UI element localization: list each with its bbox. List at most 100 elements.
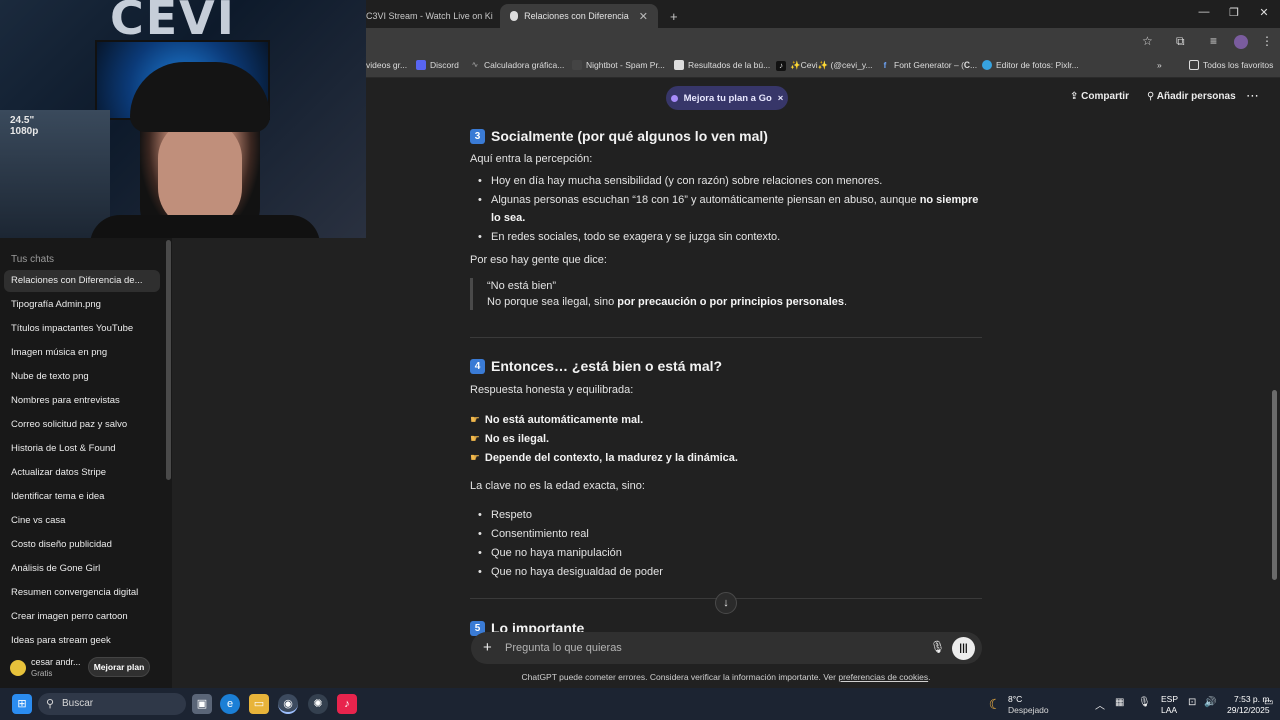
chat-item[interactable]: Cine vs casa bbox=[4, 510, 160, 532]
webcam-logo: CEVI bbox=[110, 0, 236, 45]
pointing-hand-icon: ☛ bbox=[470, 452, 480, 464]
chat-item[interactable]: Análisis de Gone Girl bbox=[4, 558, 160, 580]
document-icon bbox=[674, 60, 684, 70]
chat-item[interactable]: Identificar tema e idea bbox=[4, 486, 160, 508]
sidebar-scrollbar[interactable] bbox=[166, 240, 171, 480]
bookmark-item[interactable]: ♪ ✨Cevi✨ (@cevi_y... bbox=[776, 60, 873, 71]
bookmark-item[interactable]: Resultados de la bú... bbox=[674, 60, 770, 70]
blockquote: “No está bien” No porque sea ilegal, sin… bbox=[470, 278, 970, 310]
section-heading: 4 Entonces… ¿está bien o está mal? bbox=[470, 358, 722, 374]
file-explorer-icon[interactable]: ▭ bbox=[249, 694, 269, 714]
bookmark-item[interactable]: Discord bbox=[416, 60, 459, 70]
profile-avatar-icon[interactable] bbox=[1234, 35, 1248, 49]
list-item: Consentimiento real bbox=[478, 525, 981, 543]
badge-line: 1080p bbox=[10, 126, 39, 137]
list-item: Que no haya manipulación bbox=[478, 544, 981, 562]
keyboard-layout-indicator[interactable]: LAA bbox=[1161, 705, 1177, 715]
volume-icon[interactable]: 🔊 bbox=[1204, 697, 1216, 708]
bookmark-label: Calculadora gráfica... bbox=[484, 60, 565, 70]
tray-app-icon[interactable]: ▦ bbox=[1115, 697, 1124, 708]
upgrade-plan-pill[interactable]: Mejora tu plan a Go × bbox=[666, 86, 788, 110]
browser-menu-icon[interactable]: ⋮ bbox=[1261, 34, 1273, 48]
chatgpt-app-icon[interactable]: ✺ bbox=[308, 694, 328, 714]
edge-icon[interactable]: e bbox=[220, 694, 240, 714]
new-tab-button[interactable]: + bbox=[660, 4, 684, 28]
main-scrollbar[interactable] bbox=[1272, 390, 1277, 580]
quote-line: No porque sea ilegal, sino por precaució… bbox=[487, 294, 970, 310]
chat-item[interactable]: Correo solicitud paz y salvo bbox=[4, 414, 160, 436]
microphone-icon[interactable]: 🎙 bbox=[930, 640, 945, 654]
star-bookmark-icon[interactable]: ☆ bbox=[1142, 34, 1153, 48]
add-people-label: Añadir personas bbox=[1156, 91, 1236, 102]
font-generator-icon: f bbox=[883, 60, 887, 70]
bookmark-item[interactable]: Nightbot - Spam Pr... bbox=[572, 60, 665, 70]
language-indicator[interactable]: ESP bbox=[1161, 694, 1178, 704]
prompt-input[interactable] bbox=[505, 636, 905, 660]
chat-item[interactable]: Imagen música en png bbox=[4, 342, 160, 364]
bookmarks-overflow-icon[interactable]: » bbox=[1157, 60, 1162, 70]
chat-item[interactable]: Ideas para stream geek bbox=[4, 630, 160, 652]
chat-item[interactable]: Nube de texto png bbox=[4, 366, 160, 388]
extensions-icon[interactable]: ⧉ bbox=[1176, 34, 1185, 49]
minimize-icon[interactable]: — bbox=[1189, 6, 1219, 18]
add-people-button[interactable]: ⚲ Añadir personas bbox=[1147, 91, 1236, 102]
upgrade-plan-button[interactable]: Mejorar plan bbox=[88, 657, 150, 677]
more-options-icon[interactable]: ⋯ bbox=[1246, 88, 1259, 104]
tab-label: Relaciones con Diferencia de Ed bbox=[524, 11, 631, 21]
voice-mode-icon[interactable]: ||| bbox=[952, 637, 975, 660]
nightbot-icon bbox=[572, 60, 582, 70]
tab-close-icon[interactable]: ✕ bbox=[639, 10, 648, 23]
person-add-icon: ⚲ bbox=[1147, 91, 1157, 102]
close-window-icon[interactable]: ✕ bbox=[1249, 6, 1279, 19]
chevron-up-icon[interactable]: ︿ bbox=[1095, 697, 1105, 712]
share-button[interactable]: ⇪ Compartir bbox=[1070, 91, 1129, 102]
point-text: No está automáticamente mal. bbox=[484, 414, 644, 426]
media-control-icon[interactable]: ≡ bbox=[1210, 34, 1217, 48]
bookmark-item[interactable]: ∿ Calculadora gráfica... bbox=[470, 60, 565, 70]
bookmark-item[interactable]: videos gr... bbox=[366, 60, 407, 70]
pixlr-icon bbox=[982, 60, 992, 70]
chat-item[interactable]: Tipografía Admin.png bbox=[4, 294, 160, 316]
taskbar-search[interactable]: ⚲ Buscar bbox=[38, 693, 186, 715]
windows-start-icon[interactable]: ⊞ bbox=[12, 694, 32, 714]
all-bookmarks-folder[interactable]: Todos los favoritos bbox=[1189, 60, 1273, 70]
chat-item[interactable]: Actualizar datos Stripe bbox=[4, 462, 160, 484]
chat-item[interactable]: Relaciones con Diferencia de... bbox=[4, 270, 160, 292]
bookmark-item[interactable]: Editor de fotos: Pixlr... bbox=[982, 60, 1079, 70]
tiktok-icon: ♪ bbox=[776, 60, 786, 71]
plan-pill-label: Mejora tu plan a Go bbox=[683, 92, 772, 104]
weather-icon[interactable]: ☾ bbox=[985, 694, 1005, 714]
chat-item[interactable]: Resumen convergencia digital bbox=[4, 582, 160, 604]
plus-icon[interactable]: + bbox=[483, 639, 492, 656]
tab-chat[interactable]: Relaciones con Diferencia de Ed ✕ bbox=[500, 4, 658, 28]
user-avatar[interactable] bbox=[10, 660, 26, 676]
chat-item[interactable]: Crear imagen perro cartoon bbox=[4, 606, 160, 628]
heading-text: Entonces… ¿está bien o está mal? bbox=[491, 358, 723, 374]
chat-item[interactable]: Costo diseño publicidad bbox=[4, 534, 160, 556]
chat-item[interactable]: Nombres para entrevistas bbox=[4, 390, 160, 412]
tab-stream[interactable]: C3VI Stream - Watch Live on Ki ✕ bbox=[356, 4, 498, 28]
quote-text: . bbox=[844, 296, 848, 308]
bookmark-item[interactable]: f Font Generator – (𝐂... bbox=[880, 60, 977, 71]
bookmark-label: Nightbot - Spam Pr... bbox=[586, 60, 665, 70]
number-3-icon: 3 bbox=[470, 128, 485, 144]
cookie-preferences-link[interactable]: preferencias de cookies bbox=[838, 672, 928, 682]
section-heading: 3 Socialmente (por qué algunos lo ven ma… bbox=[470, 128, 768, 144]
chat-item[interactable]: Historia de Lost & Found bbox=[4, 438, 160, 460]
network-icon[interactable]: ⊡ bbox=[1188, 697, 1196, 708]
close-icon[interactable]: × bbox=[778, 93, 784, 104]
scroll-down-icon[interactable]: ↓ bbox=[715, 592, 737, 614]
bold-text: por precaución o por principios personal… bbox=[617, 296, 845, 308]
point-text: No es ilegal. bbox=[484, 433, 550, 445]
notifications-icon[interactable]: ▭ bbox=[1264, 697, 1273, 708]
folder-icon bbox=[1189, 60, 1199, 70]
microphone-tray-icon[interactable]: 🎙 bbox=[1138, 697, 1151, 708]
quote-text: No porque sea ilegal, sino bbox=[487, 296, 618, 308]
capcut-icon[interactable]: ♪ bbox=[337, 694, 357, 714]
point-text: Depende del contexto, la madurez y la di… bbox=[484, 452, 738, 464]
maximize-icon[interactable]: ❐ bbox=[1219, 6, 1249, 19]
bookmark-label: ✨Cevi✨ (@cevi_y... bbox=[790, 60, 873, 70]
chrome-icon[interactable]: ◉ bbox=[278, 694, 298, 714]
task-view-icon[interactable]: ▣ bbox=[192, 694, 212, 714]
chat-item[interactable]: Títulos impactantes YouTube bbox=[4, 318, 160, 340]
